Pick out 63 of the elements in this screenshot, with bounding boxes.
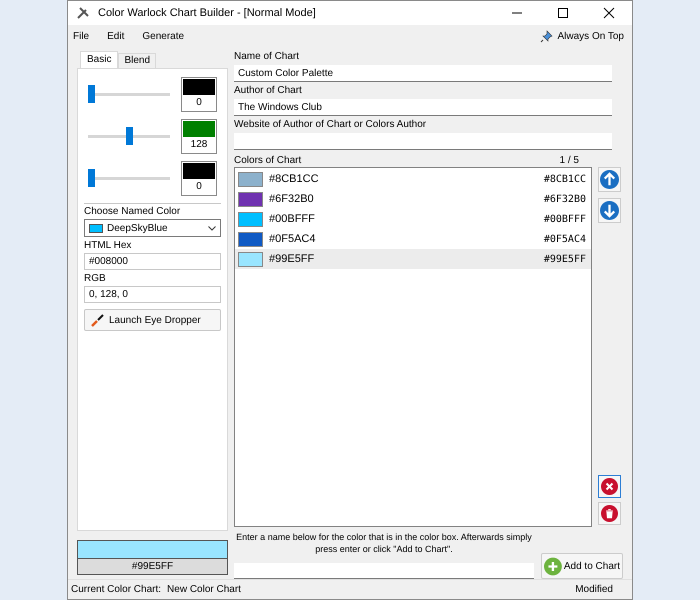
instructions-text: Enter a name below for the color that is in the color box. Afterwards simply press enter or click "Add to Chart". [235,531,533,555]
color-name: #00BFFF [269,212,315,227]
menu-item[interactable]: Edit [102,28,130,44]
field-label: Choose Named Color [84,205,182,218]
list-label: Colors of Chart [234,154,302,167]
tab[interactable]: Basic [80,51,118,68]
color-list-item[interactable]: #99E5FF #99E5FF [235,249,591,269]
status-value: New Color Chart [167,583,241,597]
eye-dropper-button[interactable]: Launch Eye Dropper [84,309,221,331]
arrow-up-icon [600,170,619,189]
remove-button[interactable] [598,475,621,498]
color-list-item[interactable]: #8CB1CC #8CB1CC [235,169,591,189]
field-label: RGB [84,272,107,285]
field-label: Name of Chart [234,50,300,64]
arrow-down-icon [600,201,619,220]
name-field[interactable] [234,563,534,579]
color-name: #8CB1CC [269,172,319,187]
pin-icon [540,30,554,42]
color-name: #0F5AC4 [269,232,316,247]
close-icon [601,478,618,495]
menu-item[interactable]: Generate [137,28,190,44]
eyedropper-icon [91,313,105,327]
hex-field[interactable]: #008000 [84,253,221,270]
color-list-item[interactable]: #6F32B0 #6F32B0 [235,189,591,209]
field-label: Author of Chart [234,84,303,98]
move-down-button[interactable] [598,198,621,223]
text-field[interactable]: The Windows Club [234,99,612,116]
add-to-chart-button[interactable]: Add to Chart [541,553,623,579]
status-state: Modified [575,583,613,597]
menu-item[interactable]: File [68,28,94,44]
color-dropdown[interactable]: DeepSkyBlue [84,219,221,237]
color-hex: #00BFFF [544,212,586,226]
tools-icon [76,6,90,20]
slider-thumb[interactable] [88,85,95,103]
status-label: Current Color Chart: [71,583,162,597]
window-title: Color Warlock Chart Builder - [Normal Mode] [98,6,316,21]
text-field[interactable] [234,133,612,150]
slider[interactable] [88,126,170,146]
always-on-top-button[interactable]: Always On Top [540,28,624,44]
color-list-item[interactable]: #0F5AC4 #0F5AC4 [235,229,591,249]
preview-hex: #99E5FF [78,558,227,574]
color-name: #99E5FF [269,252,314,267]
field-label: HTML Hex [84,239,132,252]
field-label: Website of Author of Chart or Colors Author [234,118,428,132]
tab[interactable]: Blend [118,53,156,68]
slider[interactable] [88,84,170,104]
color-hex: #8CB1CC [544,172,586,186]
color-hex: #0F5AC4 [544,232,586,246]
trash-icon [601,505,618,522]
chevron-down-icon [208,226,216,230]
move-up-button[interactable] [598,167,621,192]
color-list-item[interactable]: #00BFFF #00BFFF [235,209,591,229]
color-name: #6F32B0 [269,192,314,207]
text-field[interactable]: Custom Color Palette [234,65,612,82]
delete-button[interactable] [598,502,621,525]
slider[interactable] [88,168,170,188]
color-hex: #99E5FF [544,252,586,266]
list-position: 1 / 5 [560,154,579,167]
slider-thumb[interactable] [126,127,132,145]
slider-thumb[interactable] [88,169,95,187]
rgb-field[interactable]: 0, 128, 0 [84,286,221,303]
color-hex: #6F32B0 [544,192,586,206]
plus-icon [544,556,562,576]
